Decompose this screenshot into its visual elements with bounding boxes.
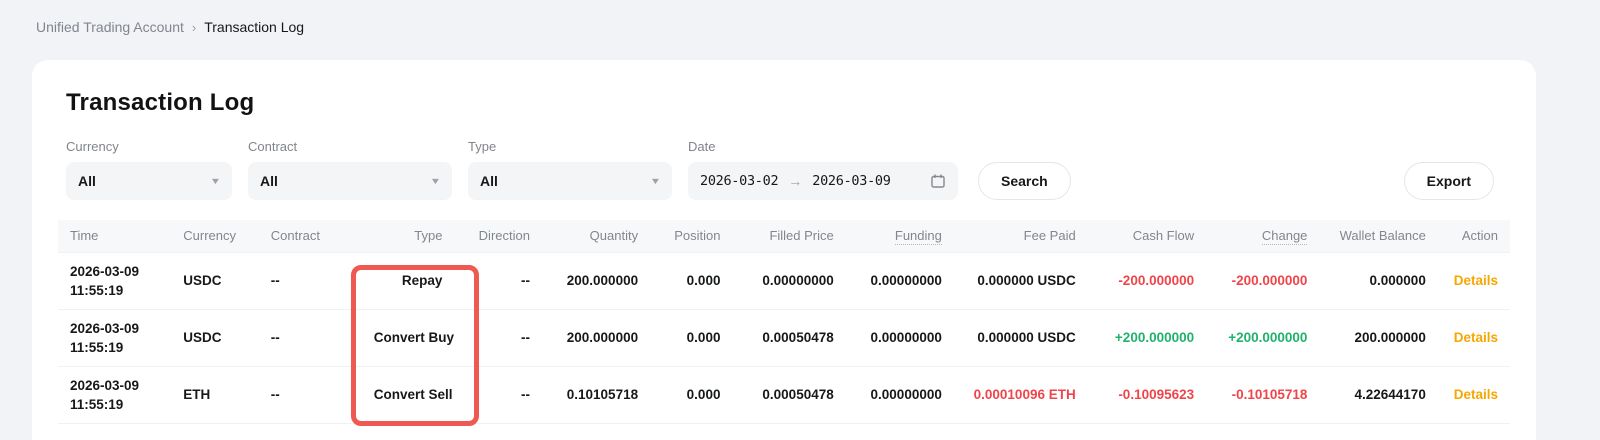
funding-cell: 0.00000000 <box>846 252 954 309</box>
position-cell: 0.000 <box>650 309 732 366</box>
column-header-wallet-balance: Wallet Balance <box>1319 220 1437 252</box>
column-header-filled-price: Filled Price <box>732 220 845 252</box>
funding-cell: 0.00000000 <box>846 366 954 423</box>
details-link[interactable]: Details <box>1454 273 1498 288</box>
type-cell: Convert Buy <box>362 309 455 366</box>
table-row: 2026-03-0911:55:19 USDC -- Repay -- 200.… <box>58 252 1510 309</box>
transaction-log-card: Transaction Log Currency All ▼ Contract … <box>32 60 1536 440</box>
currency-filter-label: Currency <box>66 139 232 154</box>
direction-cell: -- <box>454 309 542 366</box>
column-header-contract: Contract <box>259 220 362 252</box>
currency-cell: USDC <box>171 309 259 366</box>
fee-paid-cell: 0.000000 USDC <box>954 252 1088 309</box>
page-title: Transaction Log <box>66 60 1502 117</box>
time-cell: 2026-03-0911:55:19 <box>58 252 171 309</box>
table-header-row: Time Currency Contract Type Direction Qu… <box>58 220 1510 252</box>
cash-flow-cell: -200.000000 <box>1088 252 1206 309</box>
contract-cell: -- <box>259 309 362 366</box>
position-cell: 0.000 <box>650 366 732 423</box>
wallet-balance-cell: 4.22644170 <box>1319 366 1437 423</box>
table-row: 2026-03-0911:55:19 USDC -- Convert Buy -… <box>58 309 1510 366</box>
arrow-right-icon: → <box>788 173 802 189</box>
change-cell: -0.10105718 <box>1206 366 1319 423</box>
breadcrumb-separator-icon: › <box>192 20 196 35</box>
funding-cell: 0.00000000 <box>846 309 954 366</box>
details-link[interactable]: Details <box>1454 330 1498 345</box>
type-cell: Convert Sell <box>362 366 455 423</box>
date-range-picker[interactable]: 2026-03-02 → 2026-03-09 <box>688 162 958 200</box>
transaction-table: Time Currency Contract Type Direction Qu… <box>58 220 1510 424</box>
cash-flow-cell: +200.000000 <box>1088 309 1206 366</box>
direction-cell: -- <box>454 252 542 309</box>
position-cell: 0.000 <box>650 252 732 309</box>
contract-filter-label: Contract <box>248 139 452 154</box>
column-header-fee-paid: Fee Paid <box>954 220 1088 252</box>
contract-select[interactable]: All ▼ <box>248 162 452 200</box>
wallet-balance-cell: 200.000000 <box>1319 309 1437 366</box>
date-filter-group: Date 2026-03-02 → 2026-03-09 <box>688 139 958 200</box>
column-header-quantity: Quantity <box>542 220 650 252</box>
table-row: 2026-03-0911:55:19 ETH -- Convert Sell -… <box>58 366 1510 423</box>
fee-paid-cell: 0.00010096 ETH <box>954 366 1088 423</box>
export-button[interactable]: Export <box>1404 162 1494 200</box>
contract-cell: -- <box>259 252 362 309</box>
contract-filter-group: Contract All ▼ <box>248 139 452 200</box>
type-cell: Repay <box>362 252 455 309</box>
currency-cell: USDC <box>171 252 259 309</box>
column-header-cash-flow: Cash Flow <box>1088 220 1206 252</box>
chevron-down-icon: ▼ <box>430 176 442 186</box>
date-start-value: 2026-03-02 <box>700 173 778 189</box>
time-cell: 2026-03-0911:55:19 <box>58 366 171 423</box>
date-filter-label: Date <box>688 139 958 154</box>
action-cell: Details <box>1438 309 1510 366</box>
column-header-action: Action <box>1438 220 1510 252</box>
column-header-position: Position <box>650 220 732 252</box>
quantity-cell: 0.10105718 <box>542 366 650 423</box>
quantity-cell: 200.000000 <box>542 252 650 309</box>
currency-filter-group: Currency All ▼ <box>66 139 232 200</box>
wallet-balance-cell: 0.000000 <box>1319 252 1437 309</box>
contract-cell: -- <box>259 366 362 423</box>
date-end-value: 2026-03-09 <box>812 173 890 189</box>
column-header-funding: Funding <box>846 220 954 252</box>
chevron-down-icon: ▼ <box>210 176 222 186</box>
chevron-down-icon: ▼ <box>650 176 662 186</box>
type-select-value: All <box>480 173 498 189</box>
filled-price-cell: 0.00050478 <box>732 366 845 423</box>
action-cell: Details <box>1438 366 1510 423</box>
fee-paid-cell: 0.000000 USDC <box>954 309 1088 366</box>
column-header-direction: Direction <box>454 220 542 252</box>
calendar-icon <box>930 173 946 189</box>
column-header-change: Change <box>1206 220 1319 252</box>
details-link[interactable]: Details <box>1454 387 1498 402</box>
change-cell: -200.000000 <box>1206 252 1319 309</box>
change-cell: +200.000000 <box>1206 309 1319 366</box>
breadcrumb: Unified Trading Account › Transaction Lo… <box>0 0 1600 35</box>
filters-bar: Currency All ▼ Contract All ▼ Type All ▼ <box>66 139 1502 200</box>
contract-select-value: All <box>260 173 278 189</box>
direction-cell: -- <box>454 366 542 423</box>
quantity-cell: 200.000000 <box>542 309 650 366</box>
column-header-time: Time <box>58 220 171 252</box>
currency-select-value: All <box>78 173 96 189</box>
type-filter-label: Type <box>468 139 672 154</box>
action-cell: Details <box>1438 252 1510 309</box>
time-cell: 2026-03-0911:55:19 <box>58 309 171 366</box>
column-header-type: Type <box>362 220 455 252</box>
type-select[interactable]: All ▼ <box>468 162 672 200</box>
type-filter-group: Type All ▼ <box>468 139 672 200</box>
filled-price-cell: 0.00050478 <box>732 309 845 366</box>
search-button[interactable]: Search <box>978 162 1071 200</box>
breadcrumb-current: Transaction Log <box>204 19 304 35</box>
filled-price-cell: 0.00000000 <box>732 252 845 309</box>
currency-cell: ETH <box>171 366 259 423</box>
column-header-currency: Currency <box>171 220 259 252</box>
breadcrumb-parent[interactable]: Unified Trading Account <box>36 19 184 35</box>
cash-flow-cell: -0.10095623 <box>1088 366 1206 423</box>
currency-select[interactable]: All ▼ <box>66 162 232 200</box>
